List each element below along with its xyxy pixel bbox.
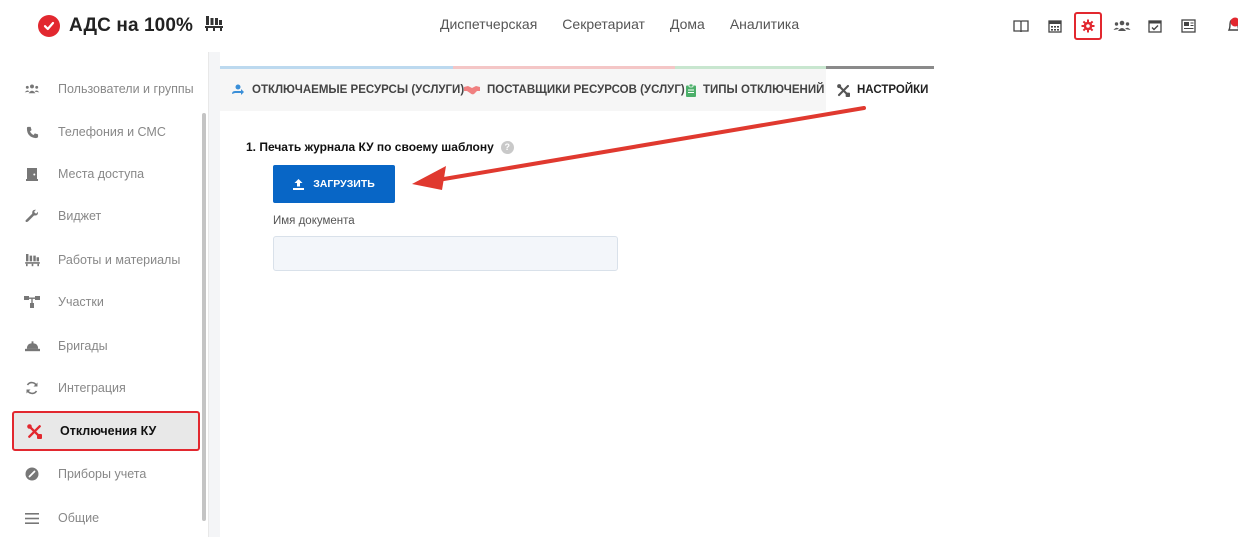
sidebar-item-utility-outages[interactable]: Отключения КУ [12, 411, 200, 451]
settings-gear-icon[interactable] [1074, 12, 1102, 40]
main-content [220, 52, 1238, 537]
sidebar-item-label: Отключения КУ [60, 424, 157, 438]
pallet-icon [204, 15, 223, 37]
tap-icon [231, 84, 245, 96]
check-icon [38, 15, 60, 37]
sidebar-item-widget[interactable]: Виджет [12, 196, 200, 236]
gauge-icon [12, 467, 52, 481]
sidebar-item-label: Пользователи и группы [58, 82, 194, 96]
sidebar-item-label: Интеграция [58, 381, 126, 395]
sidebar-item-integration[interactable]: Интеграция [12, 368, 200, 408]
tab-label: ОТКЛЮЧАЕМЫЕ РЕСУРСЫ (УСЛУГИ) [252, 84, 465, 96]
top-header: АДС на 100% Диспетчерская Секретариат До… [0, 0, 1238, 52]
app-title: АДС на 100% [69, 15, 193, 36]
tab-resource-suppliers[interactable]: ПОСТАВЩИКИ РЕСУРСОВ (УСЛУГ) [453, 66, 685, 111]
sidebar-item-general[interactable]: Общие [12, 498, 200, 537]
hierarchy-icon [12, 296, 52, 308]
sidebar-item-label: Работы и материалы [58, 253, 181, 267]
sidebar-item-meters[interactable]: Приборы учета [12, 454, 200, 494]
sidebar-item-access-points[interactable]: Места доступа [12, 154, 200, 194]
tools-icon [837, 83, 850, 97]
calendar-check-icon[interactable] [1141, 12, 1169, 40]
content-gutter [208, 52, 220, 537]
nav-secretariat[interactable]: Секретариат [562, 16, 645, 32]
sidebar-item-brigades[interactable]: Бригады [12, 326, 200, 366]
sidebar-item-label: Приборы учета [58, 467, 147, 481]
sidebar-scrollbar[interactable] [202, 113, 206, 521]
sync-icon [12, 381, 52, 395]
doc-name-input[interactable] [273, 236, 618, 271]
sidebar-item-label: Телефония и СМС [58, 125, 166, 139]
section-title: 1. Печать журнала КУ по своему шаблону ? [246, 140, 514, 154]
users-icon[interactable] [1108, 12, 1136, 40]
nav-houses[interactable]: Дома [670, 16, 705, 32]
app-logo[interactable]: АДС на 100% [38, 12, 223, 40]
calendar-icon[interactable] [1041, 12, 1069, 40]
tab-settings[interactable]: НАСТРОЙКИ [826, 66, 934, 111]
sidebar-item-areas[interactable]: Участки [12, 282, 200, 322]
nav-analytics[interactable]: Аналитика [730, 16, 799, 32]
sidebar-item-telephony[interactable]: Телефония и СМС [12, 112, 200, 152]
upload-button-label: ЗАГРУЗИТЬ [313, 178, 375, 190]
main-nav: Диспетчерская Секретариат Дома Аналитика [440, 16, 824, 32]
tools-icon [14, 423, 54, 439]
sidebar-item-label: Места доступа [58, 167, 145, 181]
tab-label: ПОСТАВЩИКИ РЕСУРСОВ (УСЛУГ) [487, 84, 685, 96]
sidebar-item-label: Бригады [58, 339, 108, 353]
sidebar-item-label: Участки [58, 295, 104, 309]
bell-icon[interactable] [1226, 16, 1238, 36]
upload-icon [293, 178, 305, 190]
phone-icon [12, 126, 52, 139]
nav-dispatch[interactable]: Диспетчерская [440, 16, 537, 32]
tab-disconnectable-resources[interactable]: ОТКЛЮЧАЕМЫЕ РЕСУРСЫ (УСЛУГИ) [220, 66, 464, 111]
handshake-icon [464, 85, 480, 95]
clipboard-icon [686, 83, 696, 97]
section-title-text: 1. Печать журнала КУ по своему шаблону [246, 140, 494, 154]
pallet-icon [12, 253, 52, 267]
door-icon [12, 167, 52, 181]
book-icon[interactable] [1007, 12, 1035, 40]
help-icon[interactable]: ? [500, 140, 514, 154]
tab-label: НАСТРОЙКИ [857, 84, 929, 96]
wrench-icon [12, 209, 52, 223]
helmet-icon [12, 340, 52, 352]
menu-icon [12, 512, 52, 524]
tab-outage-types[interactable]: ТИПЫ ОТКЛЮЧЕНИЙ [675, 66, 826, 111]
tab-bar: ОТКЛЮЧАЕМЫЕ РЕСУРСЫ (УСЛУГИ) ПОСТАВЩИКИ … [220, 66, 934, 111]
settings-sidebar: Пользователи и группы Телефония и СМС Ме… [0, 52, 208, 537]
sidebar-item-users[interactable]: Пользователи и группы [12, 69, 200, 109]
doc-name-label: Имя документа [273, 215, 355, 227]
header-toolbar [1007, 12, 1208, 40]
sidebar-item-works-materials[interactable]: Работы и материалы [12, 240, 200, 280]
tab-label: ТИПЫ ОТКЛЮЧЕНИЙ [703, 84, 825, 96]
sidebar-item-label: Виджет [58, 209, 102, 223]
sidebar-item-label: Общие [58, 511, 100, 525]
newspaper-icon[interactable] [1175, 12, 1203, 40]
upload-button[interactable]: ЗАГРУЗИТЬ [273, 165, 395, 203]
users-icon [12, 83, 52, 95]
